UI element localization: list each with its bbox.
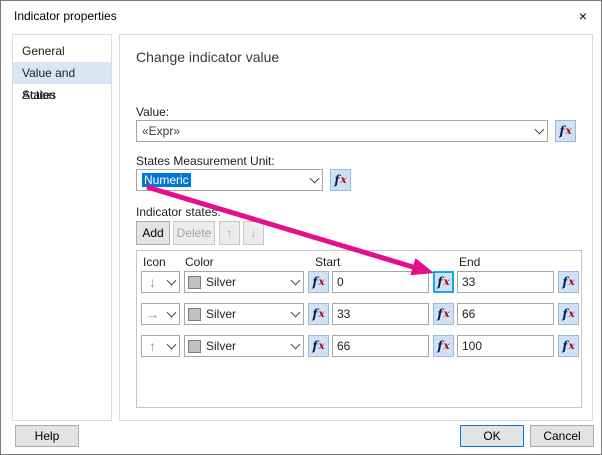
start-fx-button[interactable]: fx	[433, 271, 454, 293]
fx-icon: f	[437, 339, 443, 353]
column-header-end: End	[459, 255, 481, 269]
unit-combobox[interactable]: Numeric	[136, 169, 323, 191]
chevron-down-icon[interactable]	[531, 121, 547, 141]
indicator-states-label: Indicator states:	[136, 205, 221, 219]
color-swatch	[188, 275, 201, 289]
end-value-input[interactable]	[457, 303, 554, 325]
value-combobox-text: «Expr»	[142, 124, 181, 138]
sidebar-item-action[interactable]: Action	[13, 84, 111, 106]
main-panel: Change indicator value Value: «Expr» fx …	[119, 34, 593, 421]
end-fx-button[interactable]: fx	[558, 271, 579, 293]
end-value-input[interactable]	[457, 335, 554, 357]
color-name: Silver	[206, 275, 237, 289]
chevron-down-icon[interactable]	[287, 272, 303, 292]
sidebar-item-general[interactable]: General	[13, 40, 111, 62]
sidebar: General Value and States Action	[12, 34, 112, 421]
state-icon-dropdown[interactable]: →	[141, 303, 180, 325]
state-icon-dropdown[interactable]: ↑	[141, 335, 180, 357]
add-state-button[interactable]: Add	[136, 221, 170, 245]
start-value-input[interactable]	[332, 335, 429, 357]
fx-icon: f	[562, 339, 568, 353]
fx-icon: f	[562, 275, 568, 289]
sidebar-item-value-and-states[interactable]: Value and States	[13, 62, 111, 102]
up-arrow-icon: ↑	[226, 226, 233, 240]
color-name: Silver	[206, 307, 237, 321]
unit-fx-button[interactable]: fx	[330, 169, 351, 191]
cancel-button[interactable]: Cancel	[530, 425, 594, 447]
start-value-input[interactable]	[332, 303, 429, 325]
color-fx-button[interactable]: fx	[308, 335, 329, 357]
fx-icon: f	[312, 275, 318, 289]
state-color-dropdown[interactable]: Silver	[184, 271, 304, 293]
title-bar: Indicator properties ×	[1, 1, 601, 31]
dialog-title: Indicator properties	[14, 9, 117, 23]
chevron-down-icon[interactable]	[163, 272, 179, 292]
state-color-dropdown[interactable]: Silver	[184, 335, 304, 357]
fx-icon: f	[559, 124, 565, 138]
down-arrow-icon: ↓	[250, 226, 257, 240]
value-combobox[interactable]: «Expr»	[136, 120, 548, 142]
state-icon-dropdown[interactable]: ↓	[141, 271, 180, 293]
column-header-start: Start	[315, 255, 341, 269]
start-fx-button[interactable]: fx	[433, 303, 454, 325]
fx-icon: f	[437, 275, 443, 289]
chevron-down-icon[interactable]	[306, 170, 322, 190]
ok-button[interactable]: OK	[460, 425, 524, 447]
help-button[interactable]: Help	[15, 425, 79, 447]
close-icon[interactable]: ×	[565, 1, 601, 31]
right-arrow-icon: →	[145, 306, 160, 322]
end-fx-button[interactable]: fx	[558, 303, 579, 325]
up-arrow-icon: ↑	[149, 338, 156, 354]
fx-icon: f	[312, 307, 318, 321]
end-fx-button[interactable]: fx	[558, 335, 579, 357]
column-header-icon: Icon	[143, 255, 166, 269]
color-swatch	[188, 307, 201, 321]
chevron-down-icon[interactable]	[287, 336, 303, 356]
chevron-down-icon[interactable]	[163, 336, 179, 356]
delete-state-button[interactable]: Delete	[173, 221, 215, 245]
move-down-button[interactable]: ↓	[243, 221, 264, 245]
chevron-down-icon[interactable]	[287, 304, 303, 324]
table-row: → Silver fx fx fx	[137, 303, 581, 325]
indicator-properties-dialog: Indicator properties × General Value and…	[0, 0, 602, 455]
fx-icon: f	[437, 307, 443, 321]
color-name: Silver	[206, 339, 237, 353]
color-fx-button[interactable]: fx	[308, 271, 329, 293]
page-title: Change indicator value	[136, 49, 280, 65]
start-value-input[interactable]	[332, 271, 429, 293]
table-row: ↓ Silver fx fx fx	[137, 271, 581, 293]
state-color-dropdown[interactable]: Silver	[184, 303, 304, 325]
column-header-color: Color	[185, 255, 214, 269]
start-fx-button[interactable]: fx	[433, 335, 454, 357]
unit-combobox-text: Numeric	[142, 173, 191, 187]
indicator-states-table: Icon Color Start End ↓ Silver fx fx	[136, 250, 582, 408]
fx-icon: f	[312, 339, 318, 353]
fx-icon: f	[562, 307, 568, 321]
value-fx-button[interactable]: fx	[555, 120, 576, 142]
color-fx-button[interactable]: fx	[308, 303, 329, 325]
fx-icon: f	[334, 173, 340, 187]
chevron-down-icon[interactable]	[163, 304, 179, 324]
color-swatch	[188, 339, 201, 353]
value-label: Value:	[136, 105, 170, 119]
move-up-button[interactable]: ↑	[219, 221, 240, 245]
unit-label: States Measurement Unit:	[136, 154, 275, 168]
end-value-input[interactable]	[457, 271, 554, 293]
down-arrow-icon: ↓	[149, 274, 156, 290]
table-row: ↑ Silver fx fx fx	[137, 335, 581, 357]
